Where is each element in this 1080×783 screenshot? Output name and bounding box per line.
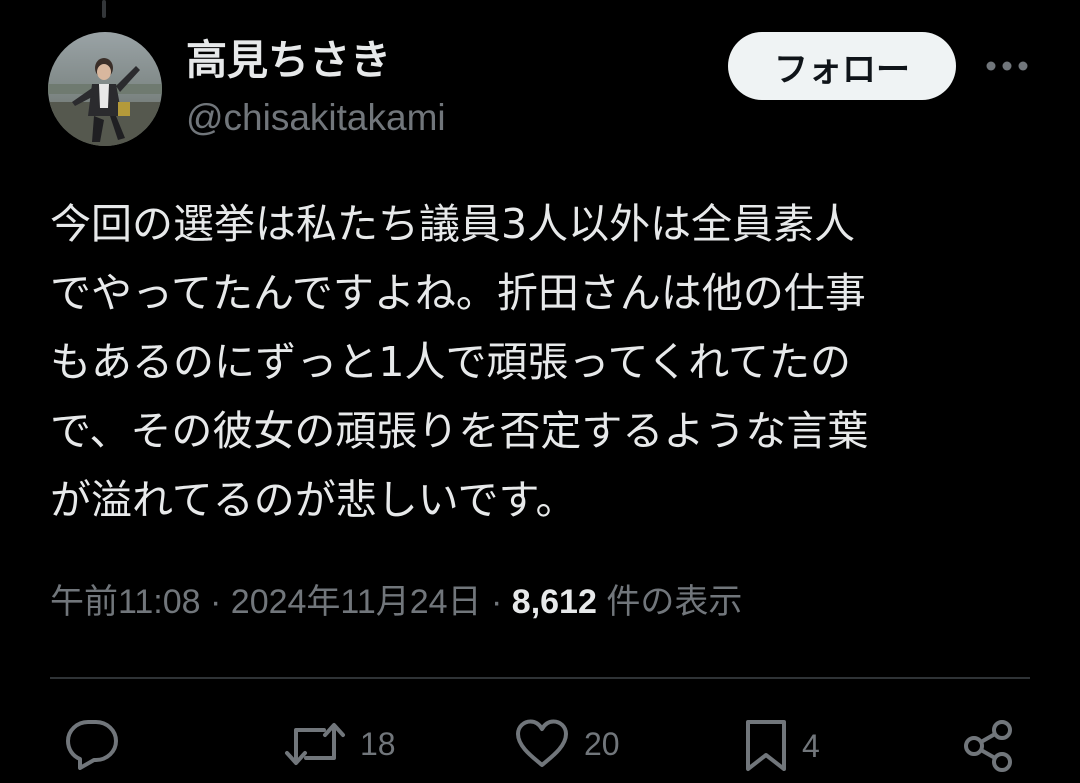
tweet-detail-page: 高見ちさき @chisakitakami フォロー 今回の選挙は私たち議員3人以…: [0, 0, 1080, 783]
like-icon: [516, 719, 568, 767]
more-options-button[interactable]: [982, 46, 1032, 86]
reply-button[interactable]: [64, 718, 120, 770]
meta-separator: ·: [210, 583, 222, 621]
retweet-button[interactable]: 18: [284, 718, 396, 770]
views-label: 件の表示: [606, 583, 743, 621]
retweet-icon: [285, 723, 345, 765]
follow-button[interactable]: フォロー: [728, 32, 956, 100]
retweet-count: 18: [360, 725, 396, 762]
author-handle[interactable]: @chisakitakami: [186, 96, 446, 140]
tweet-text-line: 今回の選挙は私たち議員3人以外は全員素人: [50, 200, 856, 248]
bookmark-button[interactable]: 4: [744, 718, 820, 774]
share-button[interactable]: [960, 718, 1016, 774]
tweet-text: 今回の選挙は私たち議員3人以外は全員素人 でやってたんですよね。折田さんは他の仕…: [50, 190, 1050, 535]
tweet-text-line: で、その彼女の頑張りを否定するような言葉: [50, 407, 869, 455]
tweet-text-line: でやってたんですよね。折田さんは他の仕事: [50, 269, 866, 317]
thread-connector-line: [102, 0, 106, 18]
tweet-meta: 午前11:08 · 2024年11月24日 · 8,612 件の表示: [50, 580, 742, 624]
more-dots-icon: [986, 61, 1028, 71]
like-button[interactable]: 20: [514, 718, 620, 770]
tweet-action-bar: 18 20 4: [0, 710, 1080, 783]
tweet-time[interactable]: 午前11:08: [50, 583, 201, 621]
author-display-name[interactable]: 高見ちさき: [186, 36, 391, 84]
share-icon: [964, 720, 1012, 772]
avatar[interactable]: [48, 32, 162, 146]
bookmark-icon: [746, 720, 786, 771]
tweet-text-line: もあるのにずっと1人で頑張ってくれてたの: [50, 338, 851, 386]
meta-separator: ·: [491, 583, 503, 621]
avatar-photo: [48, 32, 162, 146]
reply-icon: [66, 720, 118, 770]
views-count[interactable]: 8,612: [512, 583, 597, 621]
like-count: 20: [584, 725, 620, 762]
follow-button-label: フォロー: [774, 49, 910, 90]
tweet-text-line: が溢れてるのが悲しいです。: [50, 476, 577, 524]
bookmark-count: 4: [802, 727, 820, 764]
tweet-date[interactable]: 2024年11月24日: [231, 583, 482, 621]
divider: [50, 677, 1030, 679]
